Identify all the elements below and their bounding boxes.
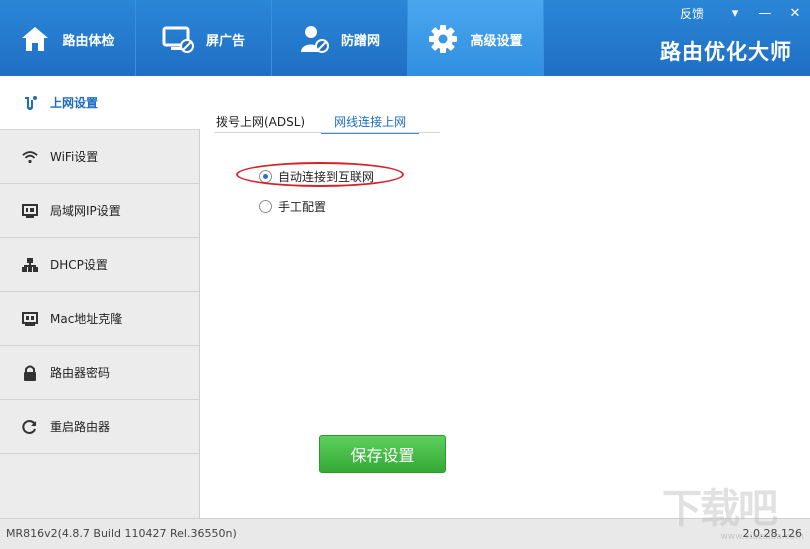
- nav-anti-leech[interactable]: 防蹭网: [272, 0, 408, 76]
- option-auto-connect[interactable]: 自动连接到互联网: [259, 168, 374, 185]
- network-tree-icon: [22, 257, 38, 273]
- settings-sidebar: 上网设置 WiFi设置 局域网IP设置 DHCP设置 Mac地址克隆 路由器密码: [0, 76, 200, 518]
- nav-advanced-settings[interactable]: 高级设置: [408, 0, 544, 76]
- status-bar: MR816v2(4.8.7 Build 110427 Rel.36550n) 2…: [0, 518, 810, 549]
- nav-route-check[interactable]: 路由体检: [0, 0, 136, 76]
- sidebar-item-label: 上网设置: [50, 96, 99, 110]
- ip-icon: [22, 203, 38, 219]
- connection-tabs: 拨号上网(ADSL) 网线连接上网: [214, 113, 420, 134]
- sidebar-item-label: Mac地址克隆: [50, 312, 123, 326]
- sidebar-item-mac-clone[interactable]: Mac地址克隆: [0, 292, 199, 346]
- minimize-button[interactable]: —: [750, 4, 780, 22]
- nav-label: 高级设置: [470, 33, 523, 49]
- window-controls: 反馈 ▾ — ✕: [680, 4, 810, 22]
- app-brand-title: 路由优化大师: [660, 40, 792, 64]
- gear-icon: [429, 25, 458, 53]
- sidebar-item-internet[interactable]: 上网设置: [0, 76, 200, 130]
- sidebar-item-reboot[interactable]: 重启路由器: [0, 400, 199, 454]
- close-button[interactable]: ✕: [780, 4, 810, 22]
- radio-manual-config[interactable]: [259, 200, 272, 213]
- tab-divider: [214, 132, 440, 133]
- tab-ethernet[interactable]: 网线连接上网: [321, 113, 420, 134]
- user-block-icon: [300, 26, 329, 53]
- refresh-icon: [22, 419, 38, 435]
- main-nav: 路由体检 屏广告 防蹭网 高级设置: [0, 0, 544, 76]
- sidebar-item-label: WiFi设置: [50, 150, 99, 164]
- option-label: 自动连接到互联网: [278, 170, 375, 184]
- app-version: 2.0.28.126: [742, 527, 802, 540]
- sidebar-item-dhcp[interactable]: DHCP设置: [0, 238, 199, 292]
- save-button[interactable]: 保存设置: [319, 435, 446, 473]
- wifi-icon: [22, 149, 38, 165]
- sidebar-item-label: 局域网IP设置: [50, 204, 121, 218]
- lock-icon: [22, 365, 38, 381]
- router-firmware-version: MR816v2(4.8.7 Build 110427 Rel.36550n): [6, 527, 237, 540]
- option-label: 手工配置: [278, 200, 327, 214]
- nav-label: 屏广告: [205, 33, 245, 49]
- sidebar-item-label: DHCP设置: [50, 258, 108, 272]
- nav-label: 防蹭网: [340, 33, 380, 49]
- home-icon: [22, 27, 49, 51]
- menu-dropdown-icon[interactable]: ▾: [720, 4, 750, 22]
- internet-icon: [22, 95, 38, 111]
- sidebar-item-lan-ip[interactable]: 局域网IP设置: [0, 184, 199, 238]
- nav-label: 路由体检: [62, 33, 115, 49]
- title-bar: 路由体检 屏广告 防蹭网 高级设置 反馈 ▾ — ✕ 路由优化大师: [0, 0, 810, 76]
- sidebar-item-label: 路由器密码: [50, 366, 111, 380]
- sidebar-item-label: 重启路由器: [50, 420, 111, 434]
- settings-content: 拨号上网(ADSL) 网线连接上网 自动连接到互联网 手工配置 保存设置: [200, 76, 810, 518]
- network-card-icon: [22, 311, 38, 327]
- monitor-block-icon: [162, 26, 194, 53]
- sidebar-item-wifi[interactable]: WiFi设置: [0, 130, 199, 184]
- radio-auto-connect[interactable]: [259, 170, 272, 183]
- option-manual-config[interactable]: 手工配置: [259, 198, 326, 215]
- nav-block-ads[interactable]: 屏广告: [136, 0, 272, 76]
- tab-adsl[interactable]: 拨号上网(ADSL): [214, 113, 307, 134]
- sidebar-item-router-password[interactable]: 路由器密码: [0, 346, 199, 400]
- feedback-link[interactable]: 反馈: [680, 5, 704, 22]
